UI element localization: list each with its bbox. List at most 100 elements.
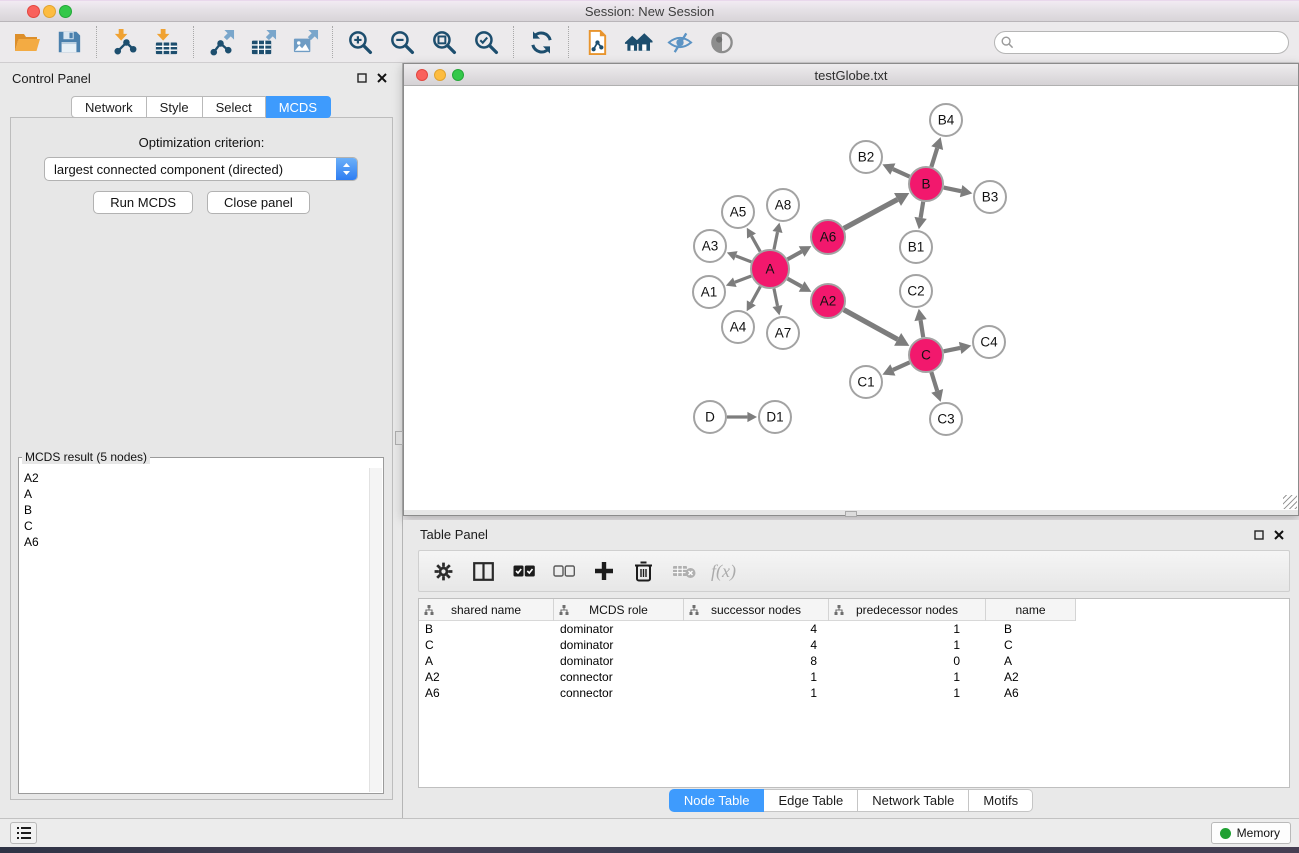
mcds-result-item[interactable]: C <box>24 518 368 534</box>
zoom-selected-button[interactable] <box>465 24 507 60</box>
mcds-result-item[interactable]: A2 <box>24 470 368 486</box>
show-graphics-button[interactable] <box>701 24 743 60</box>
table-cell[interactable]: 1 <box>829 621 986 637</box>
run-mcds-button[interactable]: Run MCDS <box>93 191 193 214</box>
graph-edge-B-B1[interactable] <box>921 202 924 218</box>
criterion-dropdown[interactable]: largest connected component (directed) <box>44 157 358 181</box>
table-cell[interactable]: 1 <box>829 685 986 701</box>
graph-edge-A-A6[interactable] <box>788 252 802 260</box>
column-header-shared-name[interactable]: shared name <box>419 599 554 621</box>
table-cell[interactable]: C <box>986 637 1076 653</box>
table-cell[interactable]: 4 <box>684 637 829 653</box>
mcds-result-item[interactable]: A6 <box>24 534 368 550</box>
float-table-panel-button[interactable] <box>1253 529 1265 541</box>
graph-edge-A2-C[interactable] <box>844 310 898 340</box>
graph-edge-A-A2[interactable] <box>788 279 802 287</box>
tab-motifs[interactable]: Motifs <box>969 789 1033 812</box>
table-cell[interactable]: 1 <box>684 685 829 701</box>
column-header-predecessor-nodes[interactable]: predecessor nodes <box>829 599 986 621</box>
table-cell[interactable]: 1 <box>829 637 986 653</box>
memory-button[interactable]: Memory <box>1211 822 1291 844</box>
export-table-button[interactable] <box>242 24 284 60</box>
table-cell[interactable]: 1 <box>684 669 829 685</box>
table-row[interactable]: Adominator80A <box>419 653 1289 669</box>
table-cell[interactable]: 1 <box>829 669 986 685</box>
table-cell[interactable]: A <box>419 653 554 669</box>
tab-mcds[interactable]: MCDS <box>266 96 331 118</box>
open-session-button[interactable] <box>6 24 48 60</box>
import-network-button[interactable] <box>103 24 145 60</box>
close-table-panel-button[interactable] <box>1273 529 1285 541</box>
hide-graphics-button[interactable] <box>659 24 701 60</box>
zoom-in-button[interactable] <box>339 24 381 60</box>
export-image-button[interactable] <box>284 24 326 60</box>
graph-edge-A-A7[interactable] <box>774 289 778 306</box>
zoom-fit-button[interactable] <box>423 24 465 60</box>
graph-edge-B-B2[interactable] <box>893 169 910 177</box>
graph-edge-C-C3[interactable] <box>931 372 937 391</box>
mcds-result-item[interactable]: B <box>24 502 368 518</box>
tab-network-table[interactable]: Network Table <box>858 789 969 812</box>
table-cell[interactable]: 8 <box>684 653 829 669</box>
table-cell[interactable]: B <box>419 621 554 637</box>
graph-edge-A-A3[interactable] <box>736 256 752 262</box>
result-scrollbar[interactable] <box>369 468 382 792</box>
graph-edge-C-C1[interactable] <box>893 362 910 370</box>
close-mcds-panel-button[interactable]: Close panel <box>207 191 310 214</box>
table-cell[interactable]: dominator <box>554 621 684 637</box>
table-cell[interactable]: A2 <box>419 669 554 685</box>
tab-select[interactable]: Select <box>203 96 266 118</box>
function-builder-button[interactable]: f(x) <box>705 553 742 589</box>
refresh-button[interactable] <box>520 24 562 60</box>
table-cell[interactable]: dominator <box>554 653 684 669</box>
column-header-MCDS-role[interactable]: MCDS role <box>554 599 684 621</box>
table-cell[interactable]: A2 <box>986 669 1076 685</box>
tab-edge-table[interactable]: Edge Table <box>764 789 858 812</box>
tab-style[interactable]: Style <box>147 96 203 118</box>
table-row[interactable]: Bdominator41B <box>419 621 1289 637</box>
table-row[interactable]: A6connector11A6 <box>419 685 1289 701</box>
table-cell[interactable]: dominator <box>554 637 684 653</box>
unselect-all-button[interactable] <box>545 553 582 589</box>
graph-edge-B-B4[interactable] <box>931 148 937 167</box>
tab-network[interactable]: Network <box>71 96 147 118</box>
table-cell[interactable]: connector <box>554 685 684 701</box>
select-all-button[interactable] <box>505 553 542 589</box>
table-cell[interactable]: C <box>419 637 554 653</box>
table-cell[interactable]: 4 <box>684 621 829 637</box>
graph-edge-A-A5[interactable] <box>752 236 761 252</box>
float-panel-button[interactable] <box>356 72 368 84</box>
graph-edge-A6-B[interactable] <box>844 199 898 228</box>
import-table-button[interactable] <box>145 24 187 60</box>
table-cell[interactable]: A6 <box>419 685 554 701</box>
column-header-successor-nodes[interactable]: successor nodes <box>684 599 829 621</box>
column-header-name[interactable]: name <box>986 599 1076 621</box>
network-from-document-button[interactable] <box>575 24 617 60</box>
export-network-button[interactable] <box>200 24 242 60</box>
mcds-result-item[interactable]: A <box>24 486 368 502</box>
mcds-result-list[interactable]: A2ABCA6 <box>20 468 368 792</box>
table-cell[interactable]: B <box>986 621 1076 637</box>
graph-edge-B-B3[interactable] <box>944 188 961 192</box>
horizontal-splitter-handle[interactable] <box>845 511 857 517</box>
show-columns-button[interactable] <box>465 553 502 589</box>
graph-edge-A-A1[interactable] <box>735 276 751 282</box>
graph-edge-A-A8[interactable] <box>774 232 778 249</box>
graph-edge-C-C4[interactable] <box>944 348 960 351</box>
network-canvas[interactable]: B4B2BB3B1A6A8A5A3AA1A4A7A2C2CC4C1C3DD1 <box>404 86 1298 510</box>
delete-table-button[interactable] <box>665 553 702 589</box>
table-cell[interactable]: connector <box>554 669 684 685</box>
task-history-button[interactable] <box>10 822 37 844</box>
home-button[interactable] <box>617 24 659 60</box>
vertical-splitter-handle[interactable] <box>395 431 403 445</box>
table-settings-button[interactable] <box>425 553 462 589</box>
delete-column-button[interactable] <box>625 553 662 589</box>
add-column-button[interactable] <box>585 553 622 589</box>
graph-edge-C-C2[interactable] <box>921 320 924 337</box>
search-input[interactable] <box>994 31 1289 54</box>
graph-edge-A-A4[interactable] <box>751 287 760 303</box>
save-session-button[interactable] <box>48 24 90 60</box>
tab-node-table[interactable]: Node Table <box>669 789 765 812</box>
table-row[interactable]: A2connector11A2 <box>419 669 1289 685</box>
network-graph[interactable]: B4B2BB3B1A6A8A5A3AA1A4A7A2C2CC4C1C3DD1 <box>404 86 1298 510</box>
